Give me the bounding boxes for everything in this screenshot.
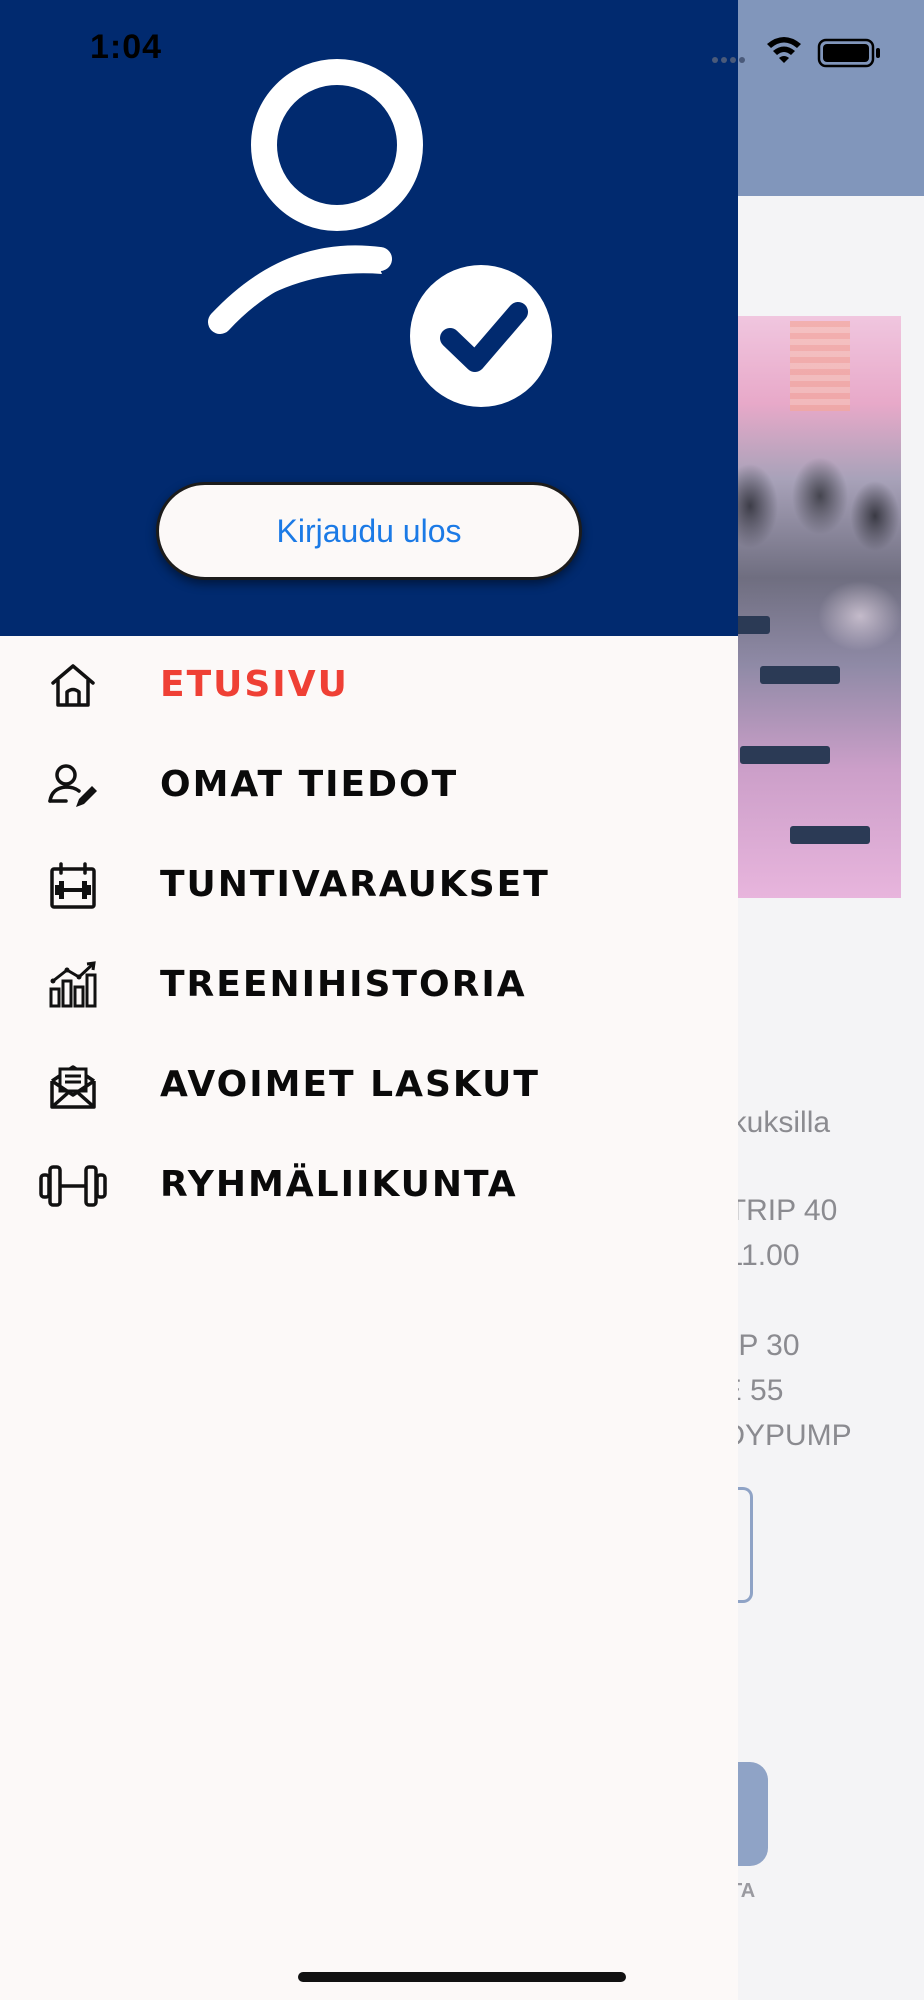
menu-label: TUNTIVARAUKSET — [160, 864, 550, 905]
drawer-header: Kirjaudu ulos — [0, 0, 738, 636]
photo-step — [740, 746, 830, 764]
status-bar-time: 1:04 — [90, 28, 163, 66]
menu-label: RYHMÄLIIKUNTA — [160, 1164, 518, 1205]
photo-step — [790, 826, 870, 844]
signal-icon — [712, 57, 745, 63]
menu-label: TREENIHISTORIA — [160, 964, 527, 1005]
photo-wall-decoration — [790, 321, 850, 411]
menu-item-tuntivaraukset[interactable]: TUNTIVARAUKSET — [0, 836, 738, 936]
wifi-icon — [767, 37, 801, 63]
user-verified-icon — [208, 59, 552, 407]
menu-item-etusivu[interactable]: ETUSIVU — [0, 636, 738, 736]
logout-button[interactable]: Kirjaudu ulos — [156, 482, 582, 580]
menu-label: AVOIMET LASKUT — [160, 1064, 540, 1105]
status-bar-icons — [712, 32, 892, 72]
dumbbell-icon — [38, 1158, 108, 1214]
stats-chart-icon — [38, 958, 108, 1014]
menu-label: OMAT TIEDOT — [160, 764, 459, 805]
photo-step — [760, 666, 840, 684]
calendar-dumbbell-icon — [38, 858, 108, 914]
menu-item-omat-tiedot[interactable]: OMAT TIEDOT — [0, 736, 738, 836]
home-icon — [38, 658, 108, 714]
navigation-drawer: Kirjaudu ulos ETUSIVU OMAT TIEDOT TUNTIV… — [0, 0, 738, 2000]
menu-label: ETUSIVU — [160, 664, 349, 705]
menu-item-avoimet-laskut[interactable]: AVOIMET LASKUT — [0, 1036, 738, 1136]
user-edit-icon — [38, 758, 108, 814]
menu-item-treenihistoria[interactable]: TREENIHISTORIA — [0, 936, 738, 1036]
screen: eskuksilla E TRIP 40 ): 11.00 0 TEP 30 C… — [0, 0, 924, 2000]
invoice-envelope-icon — [38, 1058, 108, 1114]
menu-item-ryhmaliikunta[interactable]: RYHMÄLIIKUNTA — [0, 1136, 738, 1236]
home-indicator — [298, 1972, 626, 1982]
battery-icon — [817, 38, 880, 68]
